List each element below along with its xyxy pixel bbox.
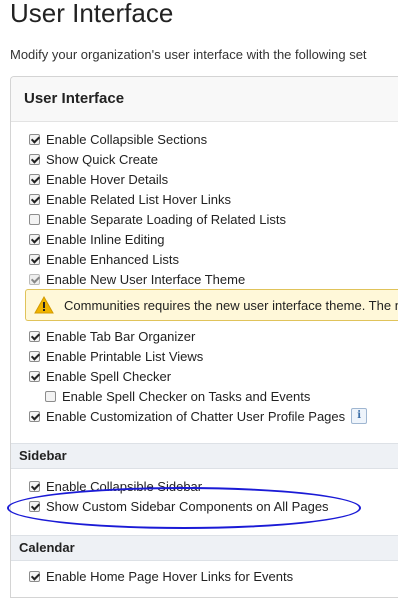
setting-row-highlighted[interactable]: Show Custom Sidebar Components on All Pa… (29, 496, 329, 516)
section-title: Sidebar (19, 448, 67, 463)
setting-label: Enable Home Page Hover Links for Events (46, 568, 294, 584)
setting-label: Enable Printable List Views (46, 348, 204, 364)
setting-row[interactable]: Enable Hover Details (29, 169, 168, 189)
warning-text: Communities requires the new user interf… (64, 297, 398, 313)
panel-header: User Interface (11, 77, 398, 122)
setting-label: Enable Inline Editing (46, 231, 165, 247)
checkbox[interactable] (29, 233, 40, 245)
setting-row[interactable]: Enable Spell Checker (29, 366, 171, 386)
setting-label: Show Custom Sidebar Components on All Pa… (46, 498, 329, 514)
checkbox[interactable] (29, 330, 40, 342)
setting-row[interactable]: Enable Spell Checker on Tasks and Events (45, 386, 310, 406)
checkbox[interactable] (29, 253, 40, 265)
setting-label: Show Quick Create (46, 151, 158, 167)
setting-label: Enable Spell Checker on Tasks and Events (62, 388, 311, 404)
setting-row[interactable]: Show Quick Create (29, 149, 158, 169)
panel-title: User Interface (24, 90, 125, 107)
checkbox[interactable] (29, 133, 40, 145)
setting-row[interactable]: Enable Separate Loading of Related Lists (29, 209, 286, 229)
page-title: User Interface (10, 0, 174, 28)
setting-label: Enable Hover Details (46, 171, 169, 187)
checkbox[interactable] (29, 213, 40, 225)
user-interface-panel: User Interface Enable Collapsible Sectio… (10, 76, 398, 598)
checkbox[interactable] (29, 480, 40, 492)
setting-row[interactable]: Enable Related List Hover Links (29, 189, 231, 209)
setting-label: Enable New User Interface Theme (46, 271, 246, 287)
info-icon[interactable]: i (351, 408, 368, 424)
setting-label: Enable Collapsible Sections (46, 131, 208, 147)
setting-row[interactable]: Enable Inline Editing (29, 229, 165, 249)
setting-label: Enable Spell Checker (46, 368, 172, 384)
setting-row[interactable]: Enable Collapsible Sidebar (29, 476, 202, 496)
checkbox[interactable] (29, 153, 40, 165)
setting-label: Enable Separate Loading of Related Lists (46, 211, 286, 227)
setting-row[interactable]: Enable Home Page Hover Links for Events (29, 566, 293, 586)
checkbox[interactable] (29, 570, 40, 582)
setting-row-disabled: Enable New User Interface Theme (29, 269, 245, 289)
warning-triangle-icon (34, 296, 54, 314)
section-header-sidebar: Sidebar (11, 443, 398, 469)
checkbox[interactable] (29, 193, 40, 205)
page-description: Modify your organization's user interfac… (10, 47, 367, 62)
checkbox[interactable] (29, 500, 40, 512)
checkbox[interactable] (29, 350, 40, 362)
section-title: Calendar (19, 540, 75, 555)
setting-row[interactable]: Enable Printable List Views (29, 346, 203, 366)
setting-label: Enable Enhanced Lists (46, 251, 179, 267)
setting-row[interactable]: Enable Tab Bar Organizer (29, 326, 195, 346)
checkbox[interactable] (29, 173, 40, 185)
setting-row[interactable]: Enable Collapsible Sections (29, 129, 207, 149)
setting-row[interactable]: Enable Enhanced Lists (29, 249, 179, 269)
warning-banner: Communities requires the new user interf… (25, 289, 398, 321)
checkbox[interactable] (29, 370, 40, 382)
setting-label: Enable Collapsible Sidebar (46, 478, 203, 494)
setting-label: Enable Tab Bar Organizer (46, 328, 196, 344)
section-header-calendar: Calendar (11, 535, 398, 561)
checkbox-disabled (29, 273, 40, 285)
checkbox[interactable] (45, 390, 56, 402)
setting-label: Enable Related List Hover Links (46, 191, 231, 207)
setting-label: Enable Customization of Chatter User Pro… (46, 408, 346, 424)
setting-row[interactable]: Enable Customization of Chatter User Pro… (29, 406, 368, 426)
checkbox[interactable] (29, 410, 40, 422)
